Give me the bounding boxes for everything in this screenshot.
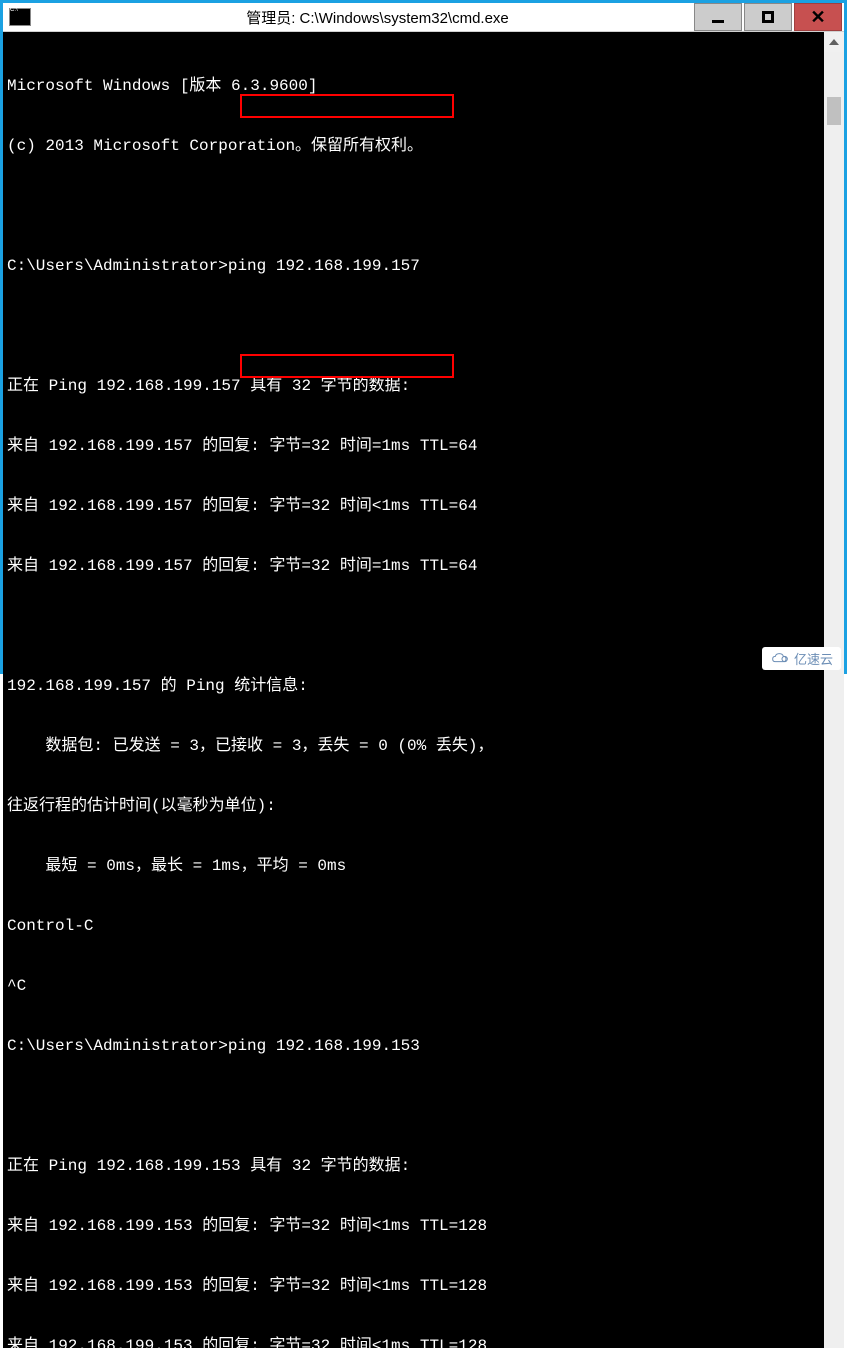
watermark-text: 亿速云 bbox=[794, 649, 833, 668]
cmd-icon bbox=[9, 8, 31, 26]
output-line: 来自 192.168.199.157 的回复: 字节=32 时间=1ms TTL… bbox=[7, 556, 820, 576]
output-line: 正在 Ping 192.168.199.153 具有 32 字节的数据: bbox=[7, 1156, 820, 1176]
window-title: 管理员: C:\Windows\system32\cmd.exe bbox=[31, 7, 694, 28]
close-button[interactable]: ✕ bbox=[794, 3, 842, 31]
watermark-badge: 亿速云 bbox=[762, 647, 841, 670]
maximize-button[interactable] bbox=[744, 3, 792, 31]
vertical-scrollbar[interactable] bbox=[824, 32, 844, 1348]
output-line: 正在 Ping 192.168.199.157 具有 32 字节的数据: bbox=[7, 376, 820, 396]
output-line: 来自 192.168.199.153 的回复: 字节=32 时间<1ms TTL… bbox=[7, 1216, 820, 1236]
title-bar[interactable]: 管理员: C:\Windows\system32\cmd.exe ✕ bbox=[3, 3, 844, 32]
prompt-line: C:\Users\Administrator>ping 192.168.199.… bbox=[7, 256, 820, 276]
window-controls: ✕ bbox=[694, 3, 844, 31]
output-line: ^C bbox=[7, 976, 820, 996]
highlight-annotation bbox=[240, 94, 454, 118]
terminal-output[interactable]: Microsoft Windows [版本 6.3.9600] (c) 2013… bbox=[3, 32, 824, 1348]
output-line: Control-C bbox=[7, 916, 820, 936]
output-line: 192.168.199.157 的 Ping 统计信息: bbox=[7, 676, 820, 696]
terminal-area: Microsoft Windows [版本 6.3.9600] (c) 2013… bbox=[3, 32, 844, 1348]
output-line: (c) 2013 Microsoft Corporation。保留所有权利。 bbox=[7, 136, 820, 156]
output-line: 往返行程的估计时间(以毫秒为单位): bbox=[7, 796, 820, 816]
scroll-up-button[interactable] bbox=[824, 32, 844, 52]
minimize-button[interactable] bbox=[694, 3, 742, 31]
prompt-line: C:\Users\Administrator>ping 192.168.199.… bbox=[7, 1036, 820, 1056]
scroll-track[interactable] bbox=[824, 52, 844, 1348]
output-line bbox=[7, 616, 820, 636]
output-line: 来自 192.168.199.153 的回复: 字节=32 时间<1ms TTL… bbox=[7, 1276, 820, 1296]
output-line: 来自 192.168.199.157 的回复: 字节=32 时间=1ms TTL… bbox=[7, 436, 820, 456]
output-line bbox=[7, 196, 820, 216]
output-line: 来自 192.168.199.157 的回复: 字节=32 时间<1ms TTL… bbox=[7, 496, 820, 516]
output-line: 来自 192.168.199.153 的回复: 字节=32 时间<1ms TTL… bbox=[7, 1336, 820, 1348]
output-line bbox=[7, 1096, 820, 1116]
cmd-window: 管理员: C:\Windows\system32\cmd.exe ✕ Micro… bbox=[0, 0, 847, 674]
highlight-annotation bbox=[240, 354, 454, 378]
scroll-thumb[interactable] bbox=[827, 97, 841, 125]
output-line bbox=[7, 316, 820, 336]
output-line: 数据包: 已发送 = 3，已接收 = 3，丢失 = 0 (0% 丢失)， bbox=[7, 736, 820, 756]
output-line: Microsoft Windows [版本 6.3.9600] bbox=[7, 76, 820, 96]
output-line: 最短 = 0ms，最长 = 1ms，平均 = 0ms bbox=[7, 856, 820, 876]
cloud-icon bbox=[770, 652, 790, 666]
